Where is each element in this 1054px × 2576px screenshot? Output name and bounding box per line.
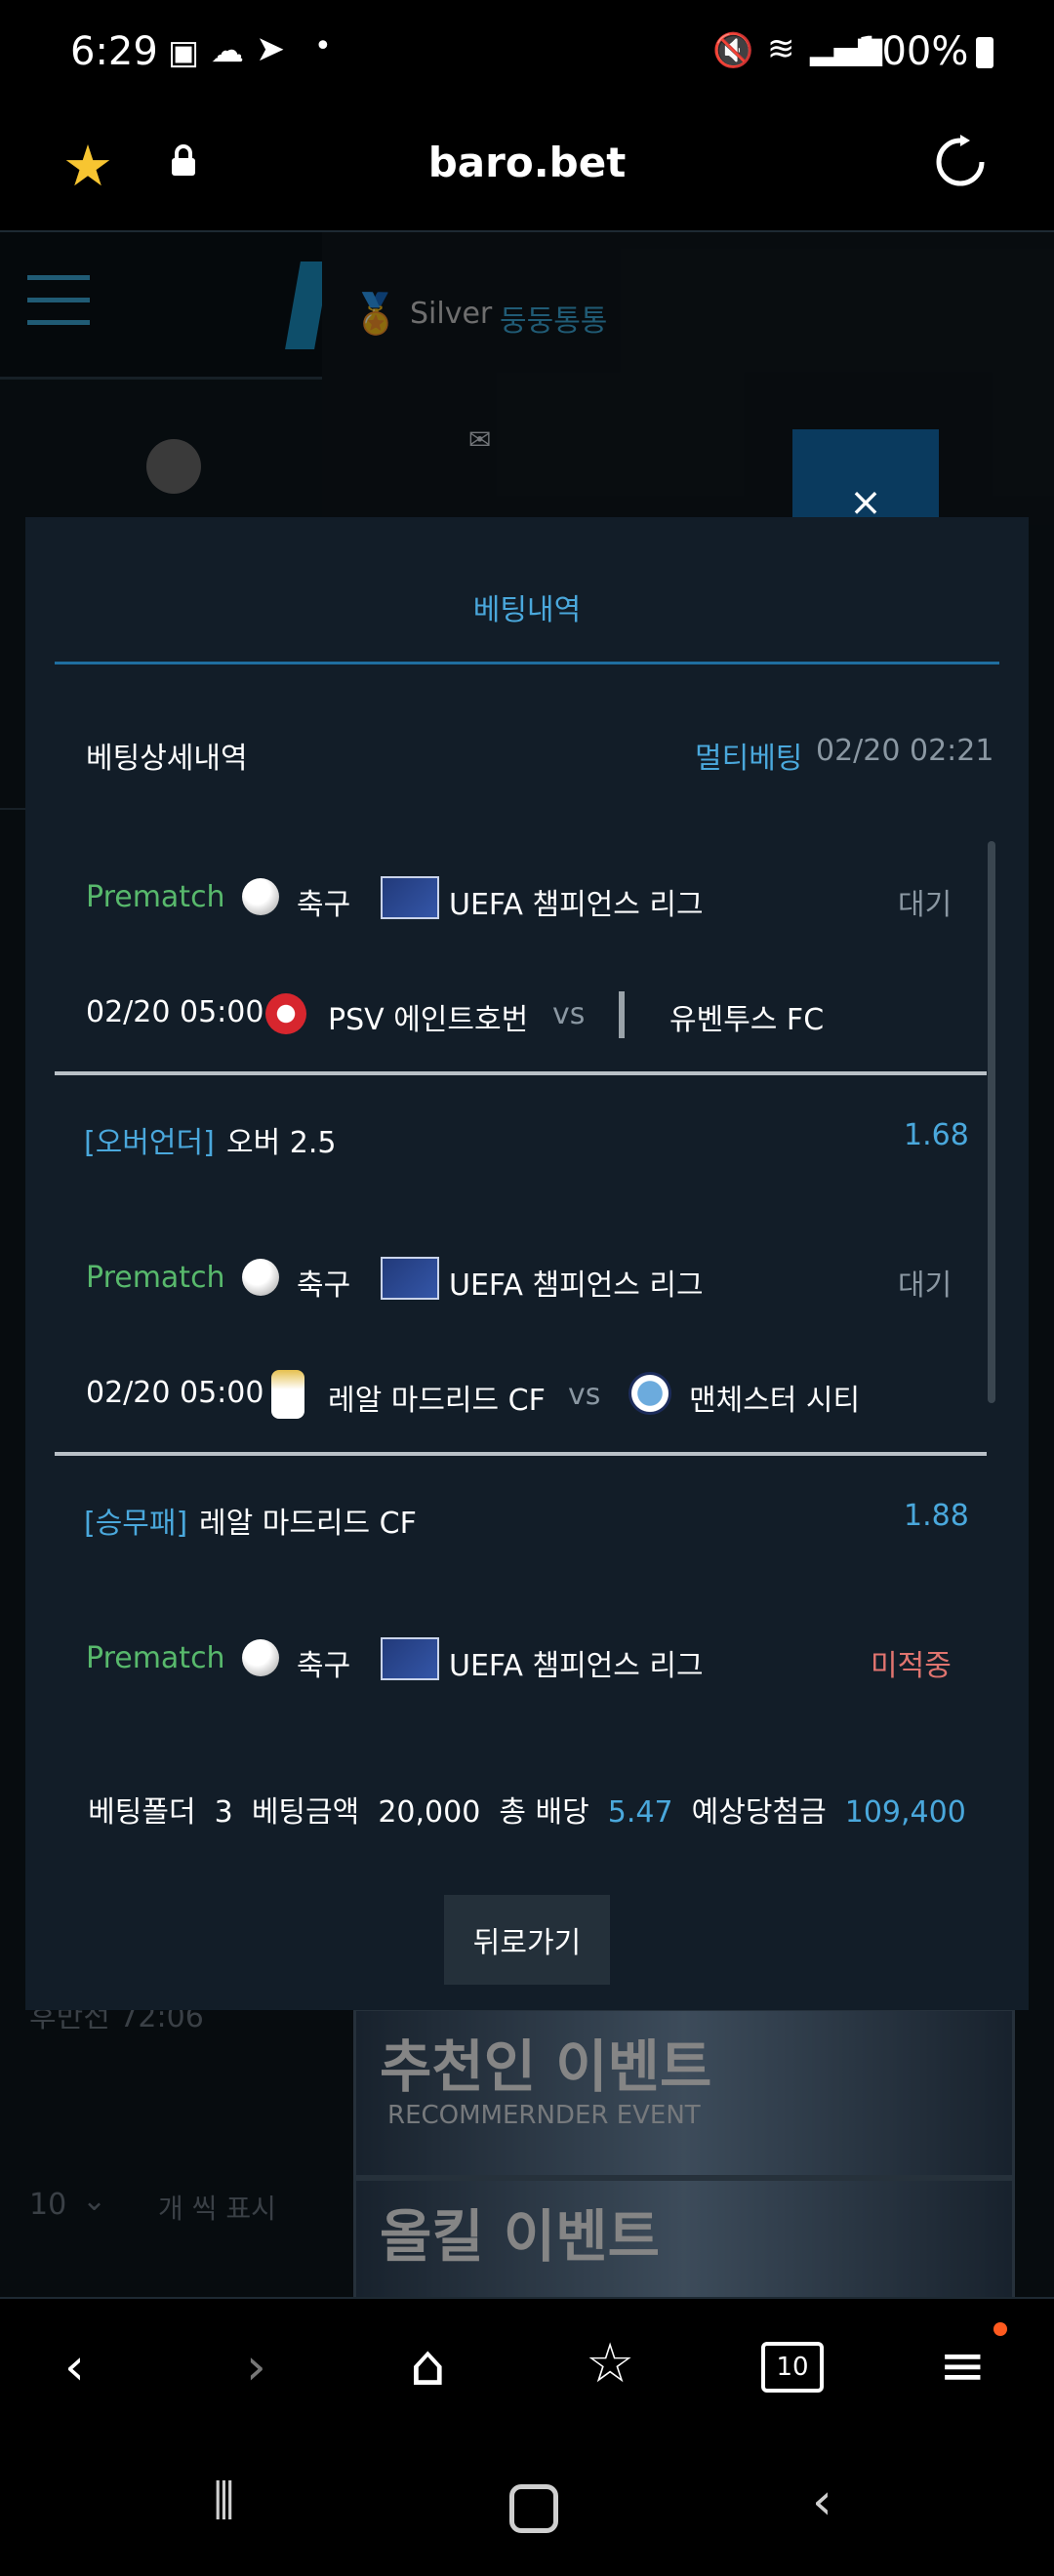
tab-underline: [55, 662, 999, 664]
psv-logo-icon: [265, 993, 306, 1034]
league-label: UEFA 챔피언스 리그: [449, 1268, 704, 1303]
cloud-icon: ☁: [211, 31, 244, 70]
expected-win: 109,400: [844, 1795, 966, 1830]
home-button-icon[interactable]: [509, 2484, 558, 2533]
notification-dot: [993, 2322, 1007, 2336]
match-datetime: 02/20 05:00: [86, 995, 264, 1029]
folder-value: 3: [214, 1795, 233, 1830]
sport-label: 축구: [297, 1649, 351, 1683]
away-team: 유벤투스 FC: [669, 1003, 825, 1037]
prematch-label: Prematch: [86, 1641, 225, 1675]
prematch-label: Prematch: [86, 1261, 225, 1295]
back-button[interactable]: 뒤로가기: [444, 1895, 610, 1985]
system-back-icon[interactable]: ‹: [812, 2473, 832, 2531]
battery-percent: 100%: [857, 29, 969, 74]
away-team: 맨체스터 시티: [689, 1384, 861, 1418]
wifi-icon: ≋: [767, 29, 795, 68]
telegram-icon: ➤: [256, 29, 286, 69]
league-label: UEFA 챔피언스 리그: [449, 1649, 704, 1683]
battery-icon: [976, 37, 993, 68]
odds-value: 1.68: [904, 1118, 969, 1152]
status-bar: 6:29 ▣ ☁ ➤ • 🔇 ≋ ▂▄▆ 100%: [0, 0, 1054, 115]
scrollbar[interactable]: [988, 841, 995, 1403]
amount-value: 20,000: [378, 1795, 481, 1830]
juventus-logo-icon: [619, 991, 650, 1038]
league-label: UEFA 챔피언스 리그: [449, 888, 704, 922]
forward-icon[interactable]: ›: [246, 2338, 266, 2396]
browser-bar: ★ baro.bet: [0, 115, 1054, 232]
recents-icon[interactable]: ⦀: [213, 2473, 235, 2532]
dot-icon: •: [314, 29, 332, 63]
url-text[interactable]: baro.bet: [0, 139, 1054, 186]
market-label: [오버언더]: [84, 1126, 215, 1160]
mute-icon: 🔇: [712, 31, 754, 70]
home-team: 레알 마드리드 CF: [328, 1384, 546, 1418]
bet-summary: 베팅폴더 3 베팅금액 20,000 총 배당 5.47 예상당첨금 109,4…: [25, 1788, 1029, 1831]
tabs-icon[interactable]: 10: [761, 2342, 824, 2393]
match-datetime: 02/20 05:00: [86, 1376, 264, 1410]
prematch-label: Prematch: [86, 880, 225, 914]
status-time: 6:29: [70, 29, 158, 74]
bet-status: 대기: [898, 1268, 953, 1303]
pick-label: 레알 마드리드 CF: [199, 1507, 417, 1541]
tab-betting-history[interactable]: 베팅내역: [25, 585, 1029, 628]
pick-label: 오버 2.5: [226, 1126, 337, 1160]
odds-label: 총 배당: [499, 1795, 589, 1830]
folder-label: 베팅폴더: [88, 1795, 196, 1830]
divider: [55, 1452, 987, 1456]
system-nav-bar: ⦀ ‹: [0, 2434, 1054, 2576]
divider: [55, 1071, 987, 1075]
soccer-ball-icon: [242, 1639, 279, 1676]
market-label: [승무패]: [84, 1507, 188, 1541]
bet-time: 02/20 02:21: [816, 734, 994, 768]
betting-history-modal: 베팅내역 베팅상세내역 멀티베팅 02/20 02:21 Prematch 축구…: [25, 517, 1029, 2010]
reload-icon[interactable]: [931, 133, 990, 195]
bet-type: 멀티베팅: [695, 742, 803, 776]
total-odds: 5.47: [607, 1795, 673, 1830]
vs-label: vs: [552, 997, 586, 1031]
bet-status: 대기: [898, 888, 953, 922]
back-icon[interactable]: ‹: [64, 2338, 85, 2396]
sport-label: 축구: [297, 888, 351, 922]
vs-label: vs: [568, 1378, 601, 1412]
home-team: PSV 에인트호번: [328, 1003, 529, 1037]
home-icon[interactable]: ⌂: [410, 2332, 446, 2398]
soccer-ball-icon: [242, 1259, 279, 1296]
world-map-icon: [381, 876, 439, 919]
back-button-label: 뒤로가기: [472, 1926, 582, 1960]
sport-label: 축구: [297, 1268, 351, 1303]
detail-label: 베팅상세내역: [86, 742, 248, 776]
amount-label: 베팅금액: [251, 1795, 360, 1830]
menu-icon[interactable]: ≡: [939, 2332, 987, 2398]
bet-status: 미적중: [871, 1649, 952, 1683]
real-madrid-logo-icon: [271, 1370, 304, 1419]
world-map-icon: [381, 1637, 439, 1680]
gallery-icon: ▣: [168, 33, 200, 72]
browser-bottom-nav: ‹ › ⌂ ☆ 10 ≡: [0, 2297, 1054, 2435]
bookmarks-icon[interactable]: ☆: [586, 2332, 634, 2395]
odds-value: 1.88: [904, 1499, 969, 1533]
soccer-ball-icon: [242, 878, 279, 915]
win-label: 예상당첨금: [691, 1795, 827, 1830]
world-map-icon: [381, 1257, 439, 1300]
man-city-logo-icon: [628, 1372, 671, 1415]
